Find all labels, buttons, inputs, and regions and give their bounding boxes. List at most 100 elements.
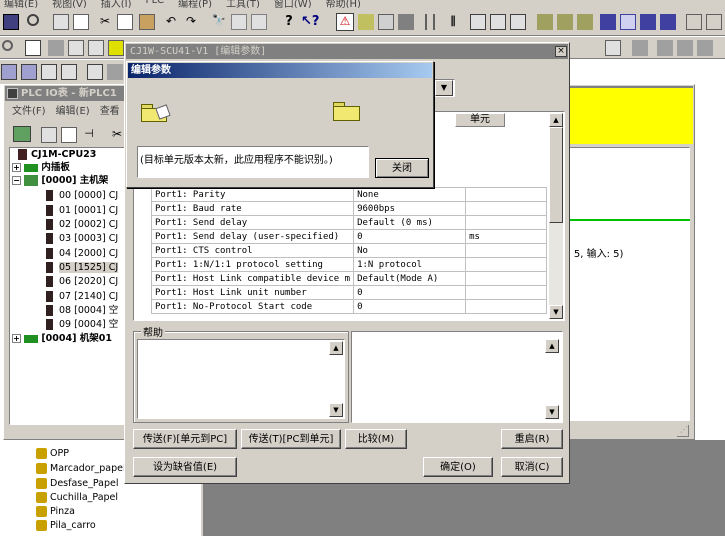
tool-cc-icon[interactable] — [87, 64, 103, 80]
io-menu-file[interactable]: 文件(F) — [12, 102, 46, 117]
copy-icon[interactable] — [117, 14, 133, 30]
chevron-down-icon[interactable]: ▼ — [435, 80, 453, 96]
redo-icon[interactable]: ↷ — [183, 14, 199, 30]
tree-item[interactable]: Pila_carro — [36, 519, 96, 532]
scroll-down-icon[interactable]: ▼ — [545, 405, 559, 419]
grid-icon[interactable] — [25, 40, 41, 56]
collapse-icon[interactable]: − — [12, 176, 21, 185]
table-row[interactable]: Port1: Baud rate 9600bps — [150, 201, 547, 216]
table-row[interactable]: Port1: CTS control No — [150, 243, 547, 258]
paste-icon[interactable] — [139, 14, 155, 30]
tool-bb-icon[interactable] — [61, 64, 77, 80]
tool-dd-icon[interactable] — [107, 64, 123, 80]
save-icon[interactable] — [3, 14, 19, 30]
tree-item-slot[interactable]: 09 [0004] 空 — [46, 318, 118, 331]
param-value[interactable]: Default(Mode A) — [353, 271, 467, 286]
pin-icon[interactable]: ⊣ — [81, 127, 97, 143]
table-row[interactable]: Port1: Send delay (user-specified) 0 ms — [150, 229, 547, 244]
table-row[interactable]: Port1: Send delay Default (0 ms) — [150, 215, 547, 230]
tool-c-icon[interactable] — [398, 14, 414, 30]
tool-z-icon[interactable] — [21, 64, 37, 80]
pause-icon[interactable]: ∥ — [445, 14, 461, 30]
param-value[interactable]: 0 — [353, 285, 467, 300]
tool-v-icon[interactable] — [657, 40, 673, 56]
scroll-down-icon[interactable]: ▼ — [549, 305, 563, 319]
find-all-icon[interactable] — [251, 14, 267, 30]
tree-item[interactable]: Desfase_Papel — [36, 477, 118, 490]
cut-icon[interactable]: ✂ — [97, 14, 113, 30]
tree-item[interactable]: Pinza — [36, 505, 75, 518]
tree-item-board[interactable]: + 内插板 — [12, 161, 70, 174]
tool-g-icon[interactable] — [510, 14, 526, 30]
cancel-button[interactable]: 取消(C) — [501, 457, 563, 477]
tree-item[interactable]: OPP — [36, 447, 69, 460]
help-icon[interactable]: ? — [281, 14, 297, 30]
menu-plc[interactable]: PLC — [146, 0, 165, 8]
tool-l-icon[interactable] — [620, 14, 636, 30]
tree-item[interactable]: Cuchilla_Papel — [36, 491, 118, 504]
tree-item-main-rack[interactable]: − [0000] 主机架 — [12, 174, 108, 187]
list-icon[interactable] — [68, 40, 84, 56]
tool-a-icon[interactable] — [358, 14, 374, 30]
tree-item-rack01[interactable]: + [0004] 机架01 — [12, 332, 112, 345]
tool-w-icon[interactable] — [677, 40, 693, 56]
tree-item-slot[interactable]: 07 [2140] CJ — [46, 290, 118, 303]
tool-b-icon[interactable] — [378, 14, 394, 30]
restart-button[interactable]: 重启(R) — [501, 429, 563, 449]
tool-y-icon[interactable] — [1, 64, 17, 80]
tree-item-slot[interactable]: 01 [0001] CJ — [46, 204, 118, 217]
menu-view[interactable]: 视图(V) — [52, 0, 87, 8]
table-row[interactable]: Port1: 1:N/1:1 protocol setting 1:N prot… — [150, 257, 547, 272]
scroll-down-icon[interactable]: ▼ — [329, 403, 343, 417]
replace-icon[interactable] — [231, 14, 247, 30]
menu-help[interactable]: 帮助(H) — [326, 0, 361, 8]
tool-f-icon[interactable] — [490, 14, 506, 30]
tree-item-slot-selected[interactable]: 05 [1525] CJ — [46, 261, 119, 274]
tree-item[interactable]: Marcador_papel — [36, 462, 126, 475]
param-value[interactable]: Default (0 ms) — [353, 215, 467, 230]
tree-item-cpu[interactable]: CJ1M-CPU23 — [18, 148, 96, 161]
param-dialog-close-button[interactable]: × — [555, 46, 567, 57]
expand-icon[interactable]: + — [12, 334, 21, 343]
tool-r-icon[interactable] — [88, 40, 104, 56]
cpu-icon[interactable] — [13, 126, 31, 142]
tool-j-icon[interactable] — [577, 14, 593, 30]
tool-m-icon[interactable] — [640, 14, 656, 30]
menu-program[interactable]: 编程(P) — [178, 0, 212, 8]
help-text-area[interactable] — [137, 339, 345, 419]
tool-p-icon[interactable] — [706, 14, 722, 30]
find-icon[interactable]: 🔭 — [211, 14, 227, 30]
tool-n-icon[interactable] — [660, 14, 676, 30]
tool-x-icon[interactable] — [697, 40, 713, 56]
param-value[interactable]: 0 — [353, 229, 467, 244]
param-table[interactable]: Port1: Parity None Port1: Baud rate 9600… — [150, 187, 547, 314]
tree-item-slot[interactable]: 03 [0003] CJ — [46, 232, 118, 245]
scroll-up-icon[interactable]: ▲ — [549, 113, 563, 127]
cut-icon[interactable]: ✂ — [109, 127, 125, 143]
param-value[interactable]: 9600bps — [353, 201, 467, 216]
param-value[interactable]: 0 — [353, 299, 467, 314]
table-row[interactable]: Port1: No-Protocol Start code 0 — [150, 299, 547, 314]
compare-button[interactable]: 比较(M) — [345, 429, 407, 449]
zoom-icon[interactable] — [2, 40, 13, 51]
param-value[interactable]: No — [353, 243, 467, 258]
ok-button[interactable]: 确定(O) — [423, 457, 493, 477]
tool-t-icon[interactable] — [605, 40, 621, 56]
tree-item-slot[interactable]: 02 [0002] CJ — [46, 218, 118, 231]
tree-item-slot[interactable]: 08 [0004] 空 — [46, 304, 118, 317]
tool-o-icon[interactable] — [686, 14, 702, 30]
table-row[interactable]: Port1: Host Link unit number 0 — [150, 285, 547, 300]
tree-item-slot[interactable]: 00 [0000] CJ — [46, 189, 118, 202]
tree-item-slot[interactable]: 04 [2000] CJ — [46, 247, 118, 260]
menu-tools[interactable]: 工具(T) — [226, 0, 260, 8]
expand-icon[interactable]: + — [12, 163, 21, 172]
menu-insert[interactable]: 插入(I) — [101, 0, 132, 8]
param-value[interactable]: 1:N protocol — [353, 257, 467, 272]
io-menu-view[interactable]: 查看 — [100, 102, 120, 117]
scroll-up-icon[interactable]: ▲ — [329, 341, 343, 355]
menu-edit[interactable]: 编辑(E) — [4, 0, 38, 8]
transfer-unit-to-pc-button[interactable]: 传送(F)[单元到PC] — [133, 429, 237, 449]
tool-s-icon[interactable] — [108, 40, 124, 56]
tree-item-slot[interactable]: 06 [2020] CJ — [46, 275, 118, 288]
menu-window[interactable]: 窗口(W) — [274, 0, 312, 8]
